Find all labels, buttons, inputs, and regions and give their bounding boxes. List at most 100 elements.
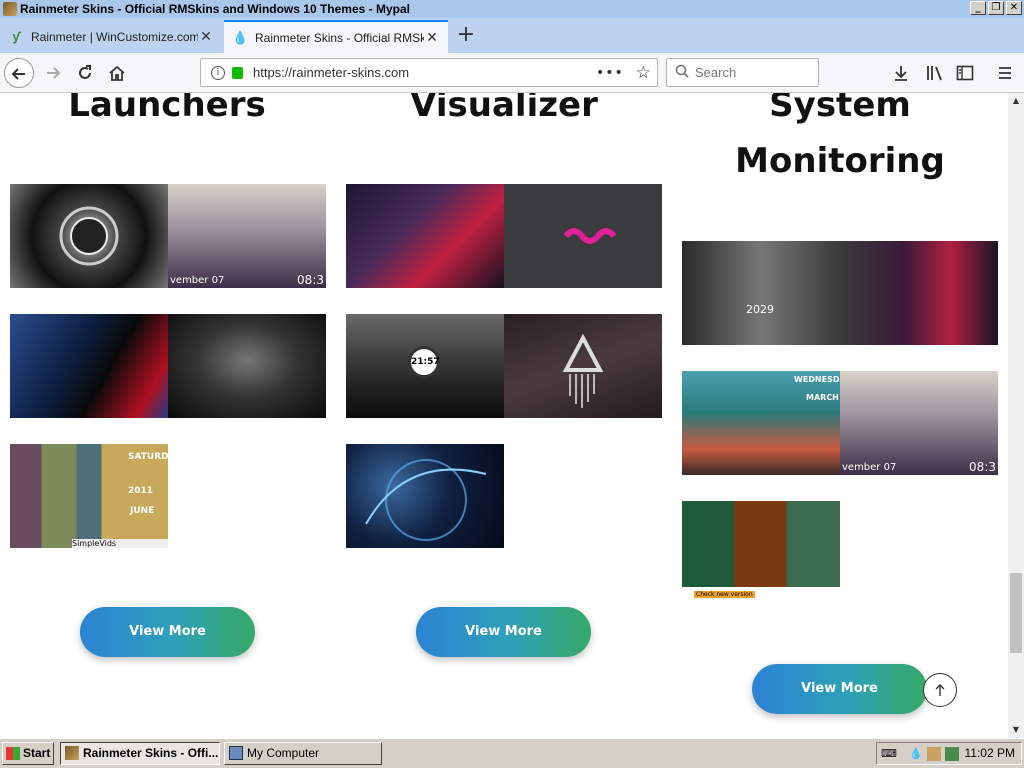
search-icon — [675, 64, 689, 82]
app-tray-icon[interactable] — [945, 747, 959, 761]
info-icon[interactable]: i — [211, 65, 225, 80]
skin-thumbnail[interactable]: Check new version — [682, 501, 840, 605]
start-button[interactable]: Start — [2, 742, 54, 765]
taskbar-item-my-computer[interactable]: My Computer — [224, 742, 382, 765]
window-title: Rainmeter Skins - Official RMSkins and W… — [20, 2, 410, 16]
taskbar-clock[interactable]: 11:02 PM — [965, 746, 1015, 760]
navigation-bar: i https://rainmeter-skins.com ••• ☆ Sear… — [0, 53, 1024, 93]
sidebar-icon — [956, 65, 974, 81]
system-monitoring-heading-line2: Monitoring — [735, 141, 945, 181]
hamburger-menu-icon — [999, 67, 1011, 79]
tab-label: Rainmeter | WinCustomize.com — [31, 29, 198, 44]
reload-button[interactable] — [70, 58, 100, 88]
lock-icon[interactable] — [232, 66, 243, 79]
skin-thumbnail[interactable] — [10, 184, 168, 288]
skin-thumbnail[interactable] — [504, 184, 662, 288]
network-icon[interactable] — [927, 747, 941, 761]
thumb-date: vember 07 — [842, 462, 897, 473]
address-bar[interactable]: i https://rainmeter-skins.com ••• ☆ — [200, 58, 658, 87]
computer-icon — [229, 746, 243, 760]
taskbar-item-browser[interactable]: Rainmeter Skins - Offi... — [60, 742, 220, 765]
skin-thumbnail[interactable]: 2029 — [682, 241, 998, 345]
skin-thumbnail[interactable]: vember 07 08:3 — [168, 184, 326, 288]
taskbar-item-label: My Computer — [247, 746, 320, 760]
mypal-app-icon — [65, 746, 79, 760]
skin-thumbnail[interactable]: WEDNESDAY MARCH — [682, 371, 840, 475]
new-tab-button[interactable]: + — [452, 22, 480, 50]
arrow-up-icon — [935, 684, 945, 696]
close-tab-icon[interactable]: ✕ — [198, 28, 214, 45]
visualizer-view-more-button[interactable]: View More — [416, 607, 591, 657]
search-placeholder: Search — [695, 65, 737, 80]
thumb-day: SATURDAY — [128, 452, 168, 462]
start-label: Start — [23, 746, 51, 760]
visualizer-heading: Visualizer — [410, 93, 598, 125]
window-controls: _ ❐ ✕ — [970, 1, 1022, 15]
wincustomize-icon: ƴ — [12, 28, 20, 44]
back-arrow-icon — [11, 68, 25, 80]
system-monitoring-view-more-button[interactable]: View More — [752, 664, 927, 714]
system-tray: ⌨ 💧 11:02 PM — [876, 742, 1022, 765]
forward-button[interactable] — [38, 58, 68, 88]
skin-thumbnail[interactable]: 21:57 — [346, 314, 504, 418]
rainmeter-drop-icon[interactable]: 💧 — [909, 747, 923, 761]
forward-arrow-icon — [47, 67, 61, 79]
scroll-to-top-button[interactable] — [923, 673, 957, 707]
tab-rainmeter-skins[interactable]: 💧 Rainmeter Skins - Official RMSkins ✕ — [224, 20, 448, 53]
skin-thumbnail[interactable] — [346, 184, 504, 288]
tab-label: Rainmeter Skins - Official RMSkins — [255, 30, 424, 45]
page-content: Launchers Visualizer System Monitoring v… — [0, 93, 1008, 738]
url-text[interactable]: https://rainmeter-skins.com — [253, 65, 596, 80]
skin-thumbnail[interactable] — [10, 314, 168, 418]
sidebar-button[interactable] — [950, 58, 980, 88]
page-actions-icon[interactable]: ••• — [596, 65, 624, 81]
thumb-date: vember 07 — [170, 275, 225, 286]
thumb-caption: SimpleVids — [72, 539, 168, 548]
skin-thumbnail[interactable] — [168, 314, 326, 418]
thumb-time: 08:3 — [969, 460, 996, 474]
skin-thumbnail[interactable]: vember 07 08:3 — [840, 371, 998, 475]
reload-icon — [79, 65, 91, 79]
rainmeter-drop-icon: 💧 — [232, 29, 249, 45]
mypal-app-icon — [3, 2, 17, 16]
launchers-view-more-button[interactable]: View More — [80, 607, 255, 657]
minimize-button[interactable]: _ — [970, 1, 986, 15]
page-scrollbar[interactable]: ▲ ▼ — [1008, 93, 1024, 738]
tab-strip: ƴ Rainmeter | WinCustomize.com ✕ 💧 Rainm… — [0, 18, 1024, 53]
download-icon — [895, 66, 907, 81]
window-title-bar: Rainmeter Skins - Official RMSkins and W… — [0, 0, 1024, 18]
scrollbar-thumb[interactable] — [1010, 573, 1022, 653]
keyboard-icon[interactable]: ⌨ — [881, 747, 897, 761]
launchers-heading: Launchers — [68, 93, 266, 125]
thumb-notice: Check new version — [694, 591, 755, 598]
scroll-down-arrow-icon[interactable]: ▼ — [1008, 722, 1024, 738]
restore-button[interactable]: ❐ — [988, 1, 1004, 15]
windows-flag-icon — [6, 747, 20, 760]
menu-button[interactable] — [990, 58, 1020, 88]
tab-wincustomize[interactable]: ƴ Rainmeter | WinCustomize.com ✕ — [0, 20, 222, 53]
thumb-year: 2011 — [128, 486, 154, 496]
downloads-button[interactable] — [886, 58, 916, 88]
thumb-month: MARCH — [806, 393, 839, 402]
taskbar-item-label: Rainmeter Skins - Offi... — [83, 746, 219, 760]
library-icon — [927, 66, 942, 81]
home-icon — [109, 65, 125, 81]
back-button[interactable] — [4, 58, 34, 88]
thumb-day: WEDNESDAY — [794, 375, 840, 384]
thumb-time: 08:3 — [297, 273, 324, 287]
thumb-year: 2029 — [746, 303, 774, 316]
library-button[interactable] — [920, 58, 950, 88]
thumb-clock: 21:57 — [411, 357, 440, 367]
thumb-month: JUNE — [130, 506, 155, 516]
search-input[interactable]: Search — [666, 58, 819, 87]
skin-thumbnail[interactable] — [504, 314, 662, 418]
close-window-button[interactable]: ✕ — [1006, 1, 1022, 15]
home-button[interactable] — [102, 58, 132, 88]
skin-thumbnail[interactable] — [346, 444, 504, 548]
scroll-up-arrow-icon[interactable]: ▲ — [1008, 93, 1024, 109]
taskbar: Start Rainmeter Skins - Offi... My Compu… — [0, 738, 1024, 768]
skin-thumbnail[interactable]: SATURDAY 2011 JUNE SimpleVids — [10, 444, 168, 548]
close-tab-icon[interactable]: ✕ — [424, 29, 440, 46]
bookmark-star-icon[interactable]: ☆ — [636, 63, 651, 83]
system-monitoring-heading-line1: System — [769, 93, 911, 125]
